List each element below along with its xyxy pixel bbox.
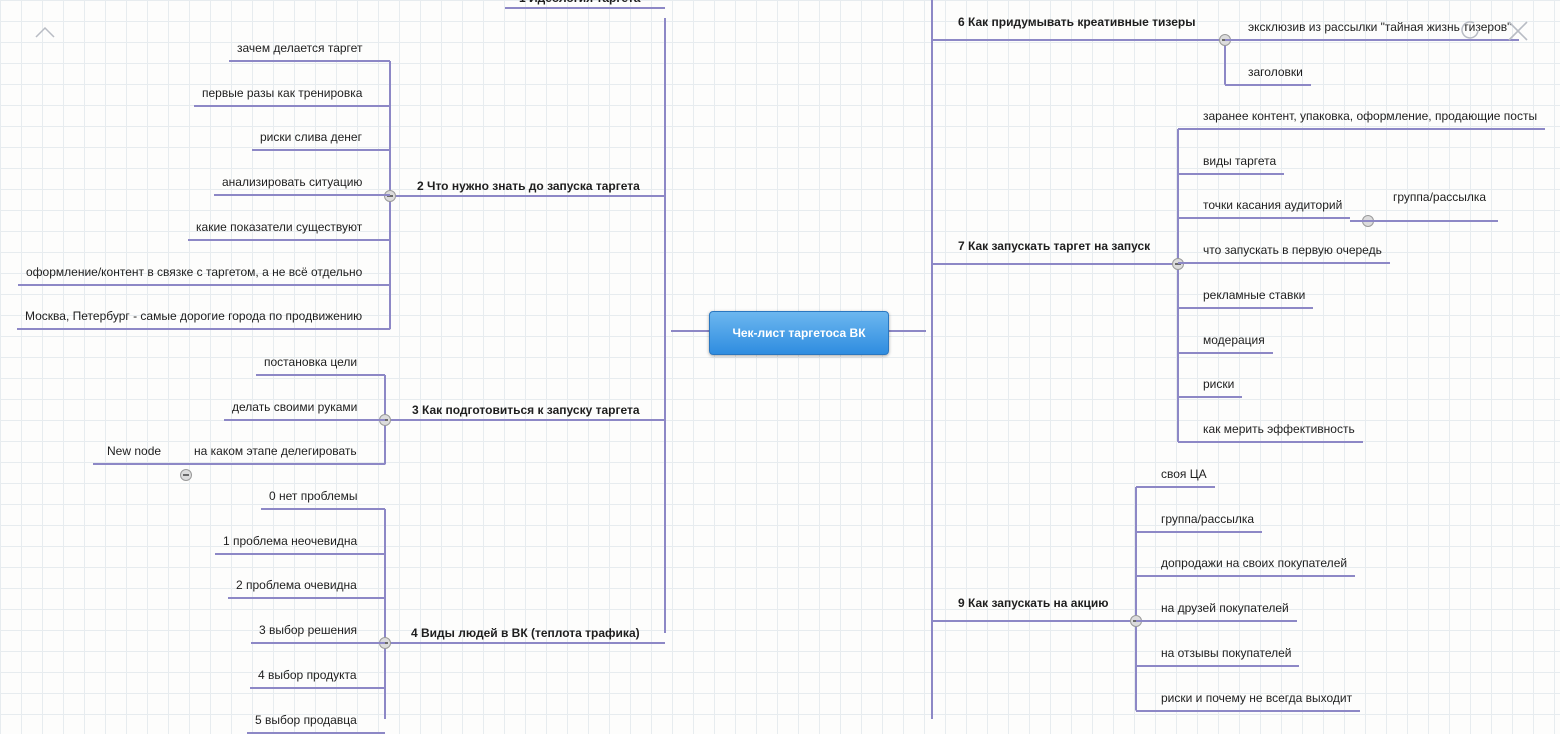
leaf-node[interactable]: делать своими руками (232, 400, 357, 414)
node-underline (247, 731, 385, 734)
leaf-node[interactable]: 0 нет проблемы (269, 489, 357, 503)
leaf-node[interactable]: своя ЦА (1161, 467, 1207, 481)
node-underline (1136, 664, 1299, 667)
node-underline (188, 238, 390, 241)
chevron-up-icon[interactable] (34, 25, 56, 39)
node-underline (194, 104, 390, 107)
leaf-node[interactable]: какие показатели существуют (196, 220, 362, 234)
node-underline (390, 195, 665, 197)
leaf-node[interactable]: 2 проблема очевидна (236, 578, 357, 592)
leaf-node[interactable]: 4 выбор продукта (258, 668, 357, 682)
leaf-node[interactable]: допродажи на своих покупателей (1161, 556, 1347, 570)
node-underline (1178, 396, 1242, 399)
node-underline (932, 39, 1225, 41)
node-underline (261, 508, 385, 510)
branch-node[interactable]: 6 Как придумывать креативные тизеры (958, 15, 1195, 29)
leaf-node[interactable]: группа/рассылка (1161, 512, 1254, 526)
leaf-node[interactable]: Москва, Петербург - самые дорогие города… (25, 309, 362, 323)
leaf-node[interactable]: New node (107, 444, 161, 458)
leaf-node[interactable]: риски (1203, 377, 1234, 391)
node-underline (250, 686, 385, 689)
root-node[interactable]: Чек-лист таргетоса ВК (709, 311, 889, 355)
connector-lines (384, 0, 1226, 719)
leaf-node[interactable]: на каком этапе делегировать (194, 444, 357, 458)
node-underline (1350, 220, 1498, 223)
leaf-node[interactable]: постановка цели (264, 355, 357, 369)
leaf-node[interactable]: заранее контент, упаковка, оформление, п… (1203, 109, 1537, 123)
node-underline (17, 328, 390, 331)
leaf-node[interactable]: 5 выбор продавца (255, 713, 357, 727)
refresh-icon[interactable] (1458, 18, 1482, 42)
node-underline (228, 597, 385, 600)
leaf-node[interactable]: на отзывы покупателей (1161, 646, 1291, 660)
node-underline (1136, 530, 1262, 533)
leaf-node[interactable]: что запускать в первую очередь (1203, 243, 1382, 257)
leaf-node[interactable]: риски и почему не всегда выходит (1161, 691, 1352, 705)
leaf-node[interactable]: первые разы как тренировка (202, 86, 362, 100)
node-underline (186, 463, 385, 466)
node-underline (1136, 620, 1297, 623)
node-underline (1136, 709, 1360, 712)
branch-node[interactable]: 9 Как запускать на акцию (958, 596, 1108, 610)
leaf-node[interactable]: модерация (1203, 333, 1265, 347)
leaf-node[interactable]: риски слива денег (260, 130, 362, 144)
node-underline (932, 263, 1178, 265)
leaf-node[interactable]: 1 проблема неочевидна (223, 534, 357, 548)
node-underline (214, 194, 390, 197)
mind-map-canvas[interactable]: Чек-лист таргетоса ВК 1 Идеология таргет… (0, 0, 1560, 734)
node-underline (251, 642, 385, 645)
node-underline (1136, 575, 1355, 578)
node-underline (932, 620, 1136, 622)
branch-node[interactable]: 4 Виды людей в ВК (теплота трафика) (411, 626, 640, 640)
node-underline (252, 149, 390, 152)
node-underline (18, 283, 390, 286)
node-underline (93, 463, 186, 466)
leaf-node[interactable]: анализировать ситуацию (222, 175, 362, 189)
node-underline (215, 552, 385, 555)
close-icon[interactable] (1506, 19, 1530, 43)
node-underline (224, 418, 385, 421)
node-underline (1225, 83, 1311, 86)
node-underline (385, 419, 665, 421)
node-underline (1178, 351, 1273, 354)
leaf-node[interactable]: заголовки (1248, 65, 1303, 79)
node-underline (1178, 440, 1363, 443)
node-underline (1178, 217, 1350, 220)
branch-node[interactable]: 1 Идеология таргета (519, 0, 640, 5)
leaf-node[interactable]: оформление/контент в связке с таргетом, … (26, 265, 362, 279)
branch-node[interactable]: 2 Что нужно знать до запуска таргета (417, 179, 640, 193)
leaf-node[interactable]: виды таргета (1203, 154, 1276, 168)
branch-node[interactable]: 3 Как подготовиться к запуску таргета (412, 403, 640, 417)
node-underline (1178, 172, 1284, 175)
node-underline (1178, 262, 1390, 265)
leaf-node[interactable]: как мерить эффективность (1203, 422, 1355, 436)
leaf-node[interactable]: зачем делается таргет (237, 41, 362, 55)
node-underline (385, 642, 665, 644)
leaf-node[interactable]: рекламные ставки (1203, 288, 1305, 302)
node-underline (256, 374, 385, 376)
leaf-node[interactable]: группа/рассылка (1393, 190, 1486, 204)
leaf-node[interactable]: точки касания аудиторий (1203, 198, 1342, 212)
node-underline (1178, 306, 1313, 309)
node-underline (1136, 486, 1215, 488)
node-underline (1178, 128, 1545, 130)
leaf-node[interactable]: 3 выбор решения (259, 623, 357, 637)
leaf-node[interactable]: на друзей покупателей (1161, 601, 1289, 615)
branch-node[interactable]: 7 Как запускать таргет на запуск (958, 239, 1150, 253)
node-underline (505, 7, 665, 9)
node-underline (229, 60, 390, 62)
